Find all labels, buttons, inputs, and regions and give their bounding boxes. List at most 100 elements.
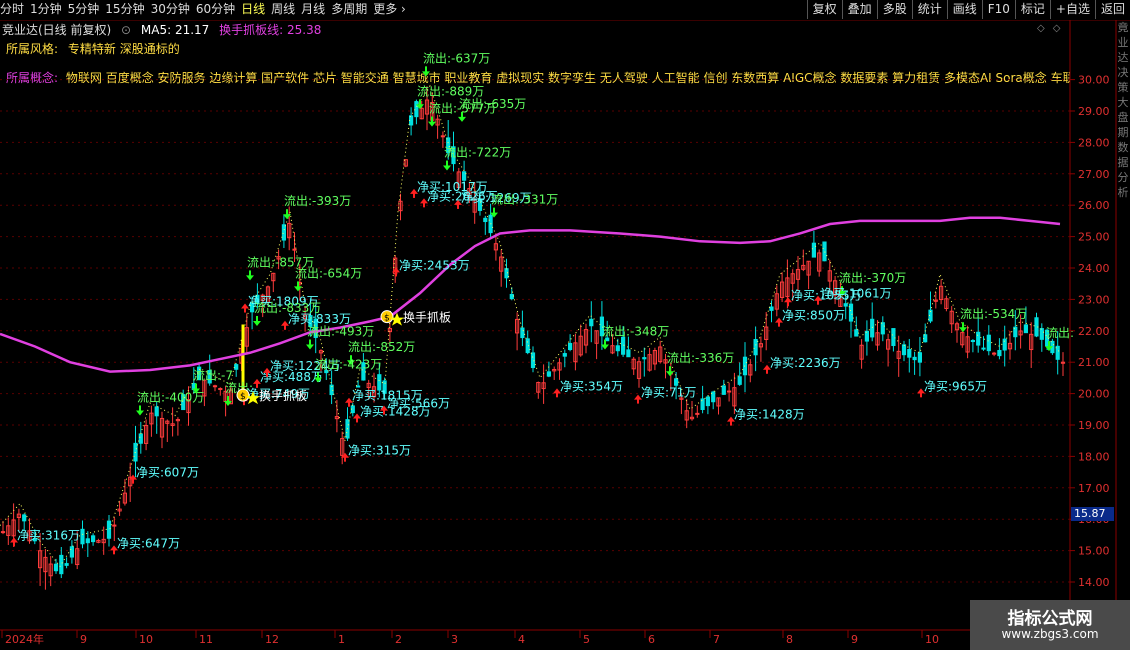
annotations: 净买:316万净买:647万净买:607万流出:-400万流出:-7流出:净买:… [10, 51, 1074, 555]
annotation-label: 净买:850万 [782, 309, 845, 323]
annotation-label: 流出:-370万 [839, 271, 906, 285]
annotation-label: 流出:-654万 [295, 266, 362, 280]
strip-char: 期 [1117, 126, 1129, 139]
y-tick-label: 26.00 [1078, 199, 1110, 212]
watermark-title: 指标公式网 [1007, 609, 1093, 629]
x-tick-label: 9 [80, 633, 87, 646]
candle-body [154, 406, 159, 417]
strip-char: 策 [1117, 81, 1129, 94]
candle-body [976, 331, 981, 346]
y-tick-label: 22.00 [1078, 325, 1110, 338]
candle-body [642, 357, 647, 360]
candle-body [483, 217, 488, 223]
candle-body [292, 248, 297, 251]
candle-body [753, 338, 758, 356]
annotation-label: 流出:-331万 [491, 193, 558, 207]
annotation-label: 流出:-336万 [667, 351, 734, 365]
candle-body [923, 334, 928, 343]
x-tick-label: 9 [851, 633, 858, 646]
strip-char: 业 [1117, 36, 1129, 49]
candle-body [1023, 324, 1029, 334]
candle-body [356, 385, 361, 388]
candle-body [769, 306, 774, 311]
y-tick-label: 27.00 [1078, 168, 1110, 181]
candlesticks [0, 86, 1066, 590]
magenta-line [0, 216, 1061, 373]
candle-body [1055, 345, 1060, 360]
switch-line-series [0, 216, 1061, 373]
x-tick-label: 6 [648, 633, 655, 646]
candle-body [85, 538, 90, 544]
candle-body [891, 328, 896, 347]
candle-body [912, 356, 917, 361]
candle-body [568, 342, 573, 351]
candle-body [705, 396, 710, 407]
candle-body [546, 371, 551, 377]
candle-body [509, 293, 514, 300]
y-tick-label: 14.00 [1078, 576, 1110, 589]
candle-body [970, 340, 975, 343]
out-arrow-icon [443, 165, 451, 171]
y-tick-label: 17.00 [1078, 482, 1110, 495]
candle-body [218, 388, 223, 391]
candle-body [138, 433, 143, 444]
x-tick-label: 7 [713, 633, 720, 646]
out-arrow-icon [422, 71, 430, 77]
candle-body [811, 242, 816, 258]
candle-body [848, 303, 854, 322]
x-tick-label: 10 [925, 633, 939, 646]
annotation-label: 流出:-348万 [602, 325, 669, 339]
strip-char: 达 [1117, 51, 1129, 64]
kline-chart[interactable]: 净买:316万净买:647万净买:607万流出:-400万流出:-7流出:净买:… [0, 0, 1130, 650]
annotation-label: 流出:-722万 [444, 146, 511, 160]
y-tick-label: 23.00 [1078, 293, 1110, 306]
chart-grid [0, 79, 1070, 583]
money-sign: $ [384, 314, 390, 324]
candle-body [1002, 338, 1007, 351]
annotation-label: 流出:-852万 [348, 340, 415, 354]
x-tick-label: 8 [786, 633, 793, 646]
strip-char: 析 [1117, 186, 1129, 199]
annotation-label: 净买:71万 [641, 386, 696, 400]
candle-body [901, 344, 907, 356]
candle-body [53, 563, 59, 572]
out-arrow-icon [959, 327, 967, 333]
y-tick-label: 15.00 [1078, 545, 1110, 558]
candle-body [843, 303, 848, 307]
annotation-label: 净买:354万 [560, 379, 623, 393]
y-tick-label: 28.00 [1078, 136, 1110, 149]
axes: 14.0015.0016.0017.0018.0019.0020.0021.00… [0, 20, 1117, 646]
x-tick-label: 2 [395, 633, 402, 646]
y-tick-label: 18.00 [1078, 450, 1110, 463]
strip-char: 盘 [1117, 111, 1129, 124]
annotation-label: 净买:647万 [117, 536, 180, 550]
candle-body [59, 554, 64, 575]
candle-body [377, 374, 382, 391]
y-tick-label: 21.00 [1078, 356, 1110, 369]
x-tick-label: 1 [338, 633, 345, 646]
x-tick-label: 11 [199, 633, 213, 646]
out-arrow-icon [294, 286, 302, 292]
candle-body [674, 378, 679, 386]
y-tick-label: 20.00 [1078, 388, 1110, 401]
candle-body [854, 329, 859, 337]
annotation-label: 流出:-493万 [307, 325, 374, 339]
candle-body [281, 224, 286, 241]
candle-body [1039, 328, 1044, 340]
out-arrow-icon [136, 410, 144, 416]
candle-body [711, 391, 716, 403]
candle-body [80, 528, 85, 545]
annotation-label: 净买:316万 [17, 528, 80, 542]
strip-char: 竟 [1117, 21, 1129, 34]
strip-char: 数 [1117, 141, 1129, 154]
candle-body [212, 385, 218, 388]
y-tick-label: 30.00 [1078, 74, 1110, 87]
annotation-label: 流出:-577万 [429, 102, 496, 116]
marker-label: 换手抓板 [403, 311, 451, 325]
annotation-label: 净买:566万 [387, 397, 450, 411]
x-tick-label: 4 [518, 633, 525, 646]
candle-body [721, 385, 726, 395]
candle-body [880, 322, 885, 335]
annotation-label: 流出:-423万 [315, 357, 382, 371]
current-price-tag: 15.87 [1071, 507, 1114, 521]
